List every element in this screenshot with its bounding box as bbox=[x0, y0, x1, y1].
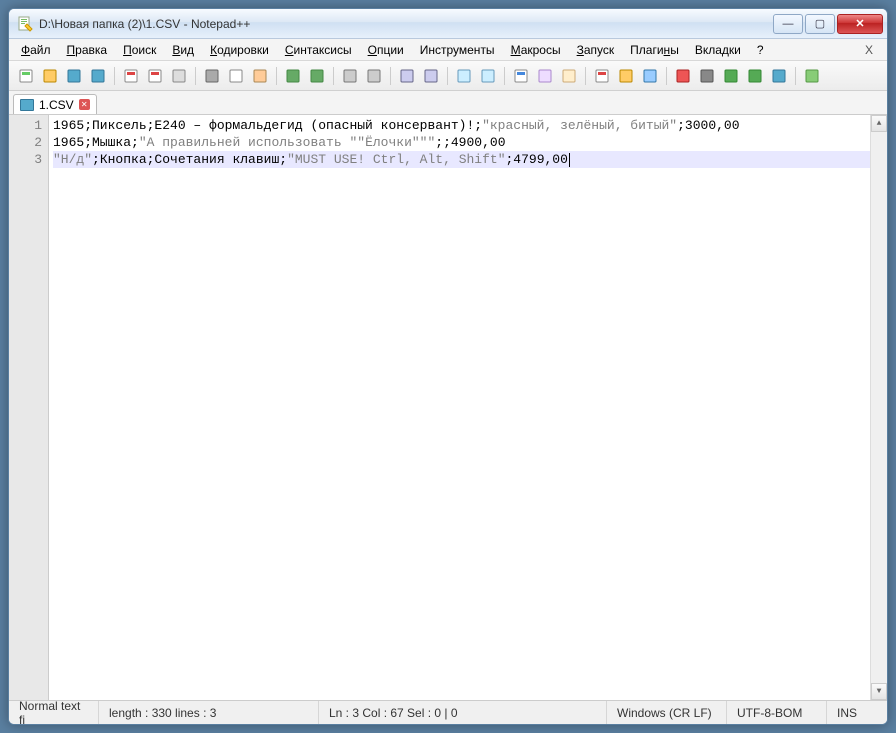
cut-icon[interactable] bbox=[201, 65, 223, 87]
toolbar-separator bbox=[447, 67, 448, 85]
window-controls: — ▢ ✕ bbox=[773, 14, 883, 34]
code-line[interactable]: "Н/д";Кнопка;Сочетания клавиш;"MUST USE!… bbox=[53, 151, 883, 168]
tab-close-icon[interactable]: ✕ bbox=[79, 99, 90, 110]
scroll-track[interactable] bbox=[871, 132, 887, 683]
window-title: D:\Новая папка (2)\1.CSV - Notepad++ bbox=[39, 17, 773, 31]
code-line[interactable]: 1965;Мышка;"А правильней использовать ""… bbox=[53, 134, 883, 151]
status-eol: Windows (CR LF) bbox=[607, 701, 727, 724]
toolbar bbox=[9, 61, 887, 91]
scroll-down-icon[interactable]: ▼ bbox=[871, 683, 887, 700]
wordwrap-icon[interactable] bbox=[510, 65, 532, 87]
menu-макросы[interactable]: Макросы bbox=[505, 41, 567, 59]
copy-icon[interactable] bbox=[225, 65, 247, 87]
allchars-icon[interactable] bbox=[534, 65, 556, 87]
menu-кодировки[interactable]: Кодировки bbox=[204, 41, 275, 59]
folder-icon[interactable] bbox=[615, 65, 637, 87]
toolbar-separator bbox=[333, 67, 334, 85]
menu-правка[interactable]: Правка bbox=[61, 41, 114, 59]
code-line[interactable]: 1965;Пиксель;E240 – формальдегид (опасны… bbox=[53, 117, 883, 134]
toolbar-separator bbox=[795, 67, 796, 85]
app-window: D:\Новая папка (2)\1.CSV - Notepad++ — ▢… bbox=[8, 8, 888, 725]
menu-запуск[interactable]: Запуск bbox=[571, 41, 621, 59]
menu-файл[interactable]: Файл bbox=[15, 41, 57, 59]
status-length: length : 330 lines : 3 bbox=[99, 701, 319, 724]
statusbar: Normal text fi length : 330 lines : 3 Ln… bbox=[9, 700, 887, 724]
menu-вид[interactable]: Вид bbox=[166, 41, 200, 59]
toolbar-separator bbox=[276, 67, 277, 85]
menu-инструменты[interactable]: Инструменты bbox=[414, 41, 501, 59]
tab-active[interactable]: 1.CSV ✕ bbox=[13, 94, 97, 114]
close-button[interactable]: ✕ bbox=[837, 14, 883, 34]
disk-icon bbox=[20, 99, 34, 111]
toolbar-separator bbox=[390, 67, 391, 85]
menu-синтаксисы[interactable]: Синтаксисы bbox=[279, 41, 358, 59]
save-macro-icon[interactable] bbox=[768, 65, 790, 87]
minimize-button[interactable]: — bbox=[773, 14, 803, 34]
paste-icon[interactable] bbox=[249, 65, 271, 87]
toolbar-separator bbox=[585, 67, 586, 85]
replace-icon[interactable] bbox=[363, 65, 385, 87]
toolbar-separator bbox=[195, 67, 196, 85]
toolbar-separator bbox=[504, 67, 505, 85]
indent-guide-icon[interactable] bbox=[558, 65, 580, 87]
zoom-out-icon[interactable] bbox=[420, 65, 442, 87]
menu-?[interactable]: ? bbox=[751, 41, 770, 59]
new-file-icon[interactable] bbox=[15, 65, 37, 87]
status-position: Ln : 3 Col : 67 Sel : 0 | 0 bbox=[319, 701, 607, 724]
tab-label: 1.CSV bbox=[39, 98, 74, 112]
menu-поиск[interactable]: Поиск bbox=[117, 41, 162, 59]
record-macro-icon[interactable] bbox=[672, 65, 694, 87]
sync-v-icon[interactable] bbox=[453, 65, 475, 87]
status-filetype: Normal text fi bbox=[9, 701, 99, 724]
status-encoding: UTF-8-BOM bbox=[727, 701, 827, 724]
scroll-up-icon[interactable]: ▲ bbox=[871, 115, 887, 132]
plugin-icon[interactable] bbox=[801, 65, 823, 87]
stop-macro-icon[interactable] bbox=[696, 65, 718, 87]
menu-вкладки[interactable]: Вкладки bbox=[689, 41, 747, 59]
code-area[interactable]: 1965;Пиксель;E240 – формальдегид (опасны… bbox=[49, 115, 887, 700]
titlebar[interactable]: D:\Новая папка (2)\1.CSV - Notepad++ — ▢… bbox=[9, 9, 887, 39]
status-mode: INS bbox=[827, 701, 887, 724]
scrollbar-vertical[interactable]: ▲ ▼ bbox=[870, 115, 887, 700]
menu-плагины[interactable]: Плагины bbox=[624, 41, 685, 59]
zoom-in-icon[interactable] bbox=[396, 65, 418, 87]
line-gutter: 123 bbox=[9, 115, 49, 700]
find-icon[interactable] bbox=[339, 65, 361, 87]
sync-h-icon[interactable] bbox=[477, 65, 499, 87]
open-file-icon[interactable] bbox=[39, 65, 61, 87]
close-file-icon[interactable] bbox=[120, 65, 142, 87]
toolbar-separator bbox=[114, 67, 115, 85]
redo-icon[interactable] bbox=[306, 65, 328, 87]
menu-close-x[interactable]: X bbox=[857, 43, 881, 57]
save-icon[interactable] bbox=[63, 65, 85, 87]
menubar: ФайлПравкаПоискВидКодировкиСинтаксисыОпц… bbox=[9, 39, 887, 61]
monitor-icon[interactable] bbox=[639, 65, 661, 87]
fast-macro-icon[interactable] bbox=[744, 65, 766, 87]
tabbar: 1.CSV ✕ bbox=[9, 91, 887, 115]
undo-icon[interactable] bbox=[282, 65, 304, 87]
save-all-icon[interactable] bbox=[87, 65, 109, 87]
play-macro-icon[interactable] bbox=[720, 65, 742, 87]
lang-icon[interactable] bbox=[591, 65, 613, 87]
toolbar-separator bbox=[666, 67, 667, 85]
menu-опции[interactable]: Опции bbox=[362, 41, 410, 59]
maximize-button[interactable]: ▢ bbox=[805, 14, 835, 34]
close-all-icon[interactable] bbox=[144, 65, 166, 87]
editor[interactable]: 123 1965;Пиксель;E240 – формальдегид (оп… bbox=[9, 115, 887, 700]
print-icon[interactable] bbox=[168, 65, 190, 87]
app-icon bbox=[17, 16, 33, 32]
